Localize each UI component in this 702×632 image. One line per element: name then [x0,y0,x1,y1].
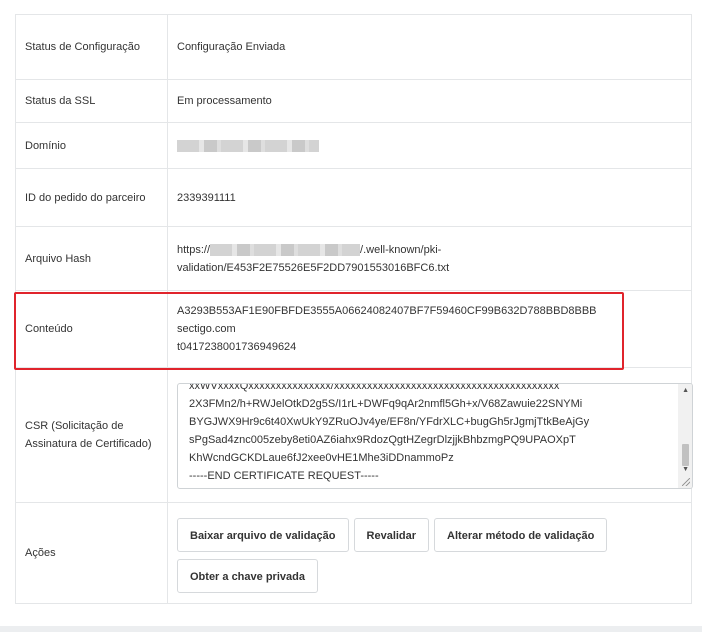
hash-file-url-prefix: https:// [177,243,211,256]
download-validation-file-button[interactable]: Baixar arquivo de validação [177,518,349,552]
row-csr: CSR (Solicitação de Assinatura de Certif… [15,367,693,503]
csr-textarea[interactable]: xxWVxxxxQxxxxxxxxxxxxxxx/xxxxxxxxxxxxxxx… [177,383,693,489]
scroll-thumb[interactable] [682,444,689,466]
content-label: Conteúdo [15,290,168,368]
domain-label: Domínio [15,122,168,169]
row-config-status: Status de Configuração Configuração Envi… [15,14,692,80]
csr-scrollbar[interactable]: ▲ ▼ [678,384,692,488]
change-validation-method-button[interactable]: Alterar método de validação [434,518,608,552]
revalidate-button[interactable]: Revalidar [353,518,430,552]
order-details-table: Status de Configuração Configuração Envi… [15,14,693,604]
scroll-up-arrow-icon[interactable]: ▲ [682,387,689,395]
csr-cell: xxWVxxxxQxxxxxxxxxxxxxxx/xxxxxxxxxxxxxxx… [167,367,693,503]
scroll-down-arrow-icon[interactable]: ▼ [682,466,689,474]
actions-cell: Baixar arquivo de validação Revalidar Alte… [167,502,692,604]
content-line2: sectigo.com [177,323,236,335]
hash-file-value: https:// /.well-known/pki- validation/E45… [167,226,692,291]
row-actions: Ações Baixar arquivo de validação Revalid… [15,502,692,604]
content-line3: t0417238001736949624 [177,341,297,353]
partner-order-id-label: ID do pedido do parceiro [15,168,168,227]
get-private-key-button[interactable]: Obter a chave privada [177,559,318,593]
resize-handle-icon[interactable] [682,478,690,486]
csr-text: xxWVxxxxQxxxxxxxxxxxxxxx/xxxxxxxxxxxxxxx… [189,383,590,482]
content-value: A3293B553AF1E90FBFDE3555A06624082407BF7F… [167,290,692,368]
hash-file-label: Arquivo Hash [15,226,168,291]
content-line1: A3293B553AF1E90FBFDE3555A06624082407BF7F… [177,305,597,317]
row-ssl-status: Status da SSL Em processamento [15,79,692,123]
config-status-label: Status de Configuração [15,14,168,80]
hash-file-url-suffix: /.well-known/pki- [360,243,442,256]
config-status-value: Configuração Enviada [167,14,692,80]
domain-value [167,122,692,169]
actions-row-1: Baixar arquivo de validação Revalidar Alte… [177,518,682,553]
partner-order-id-value: 2339391111 [167,168,692,227]
ssl-status-value: Em processamento [167,79,692,123]
row-domain: Domínio [15,122,692,169]
row-content: Conteúdo A3293B553AF1E90FBFDE3555A066240… [15,290,692,368]
redacted-domain [177,139,319,152]
footer-strip [0,626,702,632]
actions-row-2: Obter a chave privada [177,559,682,594]
row-hash-file: Arquivo Hash https:// /.well-known/pki- v… [15,226,692,291]
row-partner-order-id: ID do pedido do parceiro 2339391111 [15,168,692,227]
hash-file-url-line2: validation/E453F2E75526E5F2DD7901553016B… [177,261,450,274]
hash-file-url-line1: https:// /.well-known/pki- [177,241,682,259]
redacted-hash-domain [210,243,361,256]
actions-label: Ações [15,502,168,604]
ssl-status-label: Status da SSL [15,79,168,123]
csr-label: CSR (Solicitação de Assinatura de Certif… [15,367,168,503]
